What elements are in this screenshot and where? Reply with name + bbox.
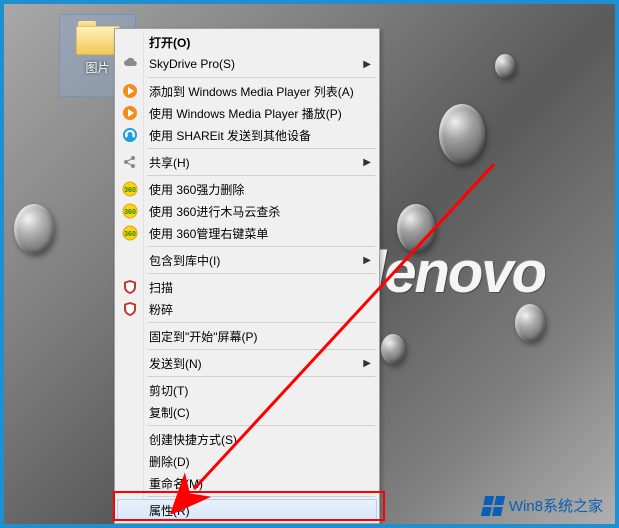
chevron-right-icon: ▶ xyxy=(363,255,371,266)
water-drop xyxy=(397,204,435,252)
menu-label: 复制(C) xyxy=(149,404,190,421)
menu-label: 重命名(M) xyxy=(149,475,203,492)
menu-separator xyxy=(147,322,375,323)
desktop-viewport: lenovo 图片 打开(O) SkyDrive Pro(S) ▶ xyxy=(0,0,619,528)
shield-icon xyxy=(122,279,138,295)
menu-label: SkyDrive Pro(S) xyxy=(149,57,235,71)
menu-wmp-add[interactable]: 添加到 Windows Media Player 列表(A) xyxy=(117,80,377,102)
menu-av-shred[interactable]: 粉碎 xyxy=(117,298,377,320)
water-drop xyxy=(14,204,54,254)
context-menu: 打开(O) SkyDrive Pro(S) ▶ 添加到 Windows Medi… xyxy=(114,28,380,524)
menu-separator xyxy=(147,425,375,426)
menu-label: 包含到库中(I) xyxy=(149,252,220,269)
wmp-icon xyxy=(122,105,138,121)
menu-label: 打开(O) xyxy=(149,34,190,51)
menu-skydrive[interactable]: SkyDrive Pro(S) ▶ xyxy=(117,53,377,75)
menu-separator xyxy=(147,349,375,350)
shareit-icon xyxy=(122,127,138,143)
watermark: Win8系统之家 xyxy=(483,495,603,516)
menu-label: 添加到 Windows Media Player 列表(A) xyxy=(149,83,354,100)
menu-create-shortcut[interactable]: 创建快捷方式(S) xyxy=(117,428,377,450)
water-drop xyxy=(381,334,405,364)
menu-separator xyxy=(147,273,375,274)
share-icon xyxy=(122,154,138,170)
cloud-icon xyxy=(122,56,138,72)
water-drop xyxy=(495,54,515,78)
menu-separator xyxy=(147,148,375,149)
menu-label: 属性(R) xyxy=(149,502,190,519)
chevron-right-icon: ▶ xyxy=(363,157,371,168)
menu-label: 删除(D) xyxy=(149,453,190,470)
menu-360-delete[interactable]: 360 使用 360强力删除 xyxy=(117,178,377,200)
menu-copy[interactable]: 复制(C) xyxy=(117,401,377,423)
watermark-text: Win8系统之家 xyxy=(509,495,603,516)
menu-rename[interactable]: 重命名(M) xyxy=(117,472,377,494)
menu-send-to[interactable]: 发送到(N) ▶ xyxy=(117,352,377,374)
folder-icon xyxy=(76,21,120,55)
menu-360-scan[interactable]: 360 使用 360进行木马云查杀 xyxy=(117,200,377,222)
chevron-right-icon: ▶ xyxy=(363,59,371,70)
menu-label: 共享(H) xyxy=(149,154,190,171)
menu-label: 使用 360管理右键菜单 xyxy=(149,225,268,242)
shield-icon xyxy=(122,301,138,317)
menu-share[interactable]: 共享(H) ▶ xyxy=(117,151,377,173)
menu-360-manage[interactable]: 360 使用 360管理右键菜单 xyxy=(117,222,377,244)
menu-wmp-play[interactable]: 使用 Windows Media Player 播放(P) xyxy=(117,102,377,124)
water-drop xyxy=(515,304,545,342)
svg-text:360: 360 xyxy=(124,231,136,238)
menu-label: 使用 SHAREit 发送到其他设备 xyxy=(149,127,311,144)
360-icon: 360 xyxy=(122,225,138,241)
menu-av-scan[interactable]: 扫描 xyxy=(117,276,377,298)
menu-label: 发送到(N) xyxy=(149,355,202,372)
menu-properties[interactable]: 属性(R) xyxy=(117,499,377,521)
menu-label: 创建快捷方式(S) xyxy=(149,431,237,448)
menu-label: 固定到"开始"屏幕(P) xyxy=(149,328,258,345)
menu-pin-start[interactable]: 固定到"开始"屏幕(P) xyxy=(117,325,377,347)
menu-label: 扫描 xyxy=(149,279,173,296)
menu-label: 使用 360强力删除 xyxy=(149,181,244,198)
svg-text:360: 360 xyxy=(124,209,136,216)
menu-label: 使用 360进行木马云查杀 xyxy=(149,203,280,220)
menu-separator xyxy=(147,246,375,247)
menu-label: 粉碎 xyxy=(149,301,173,318)
menu-label: 使用 Windows Media Player 播放(P) xyxy=(149,105,342,122)
menu-shareit[interactable]: 使用 SHAREit 发送到其他设备 xyxy=(117,124,377,146)
menu-separator xyxy=(147,175,375,176)
menu-separator xyxy=(147,496,375,497)
wmp-icon xyxy=(122,83,138,99)
menu-separator xyxy=(147,376,375,377)
menu-separator xyxy=(147,77,375,78)
water-drop xyxy=(439,104,485,164)
svg-text:360: 360 xyxy=(124,187,136,194)
menu-open[interactable]: 打开(O) xyxy=(117,31,377,53)
menu-include-library[interactable]: 包含到库中(I) ▶ xyxy=(117,249,377,271)
chevron-right-icon: ▶ xyxy=(363,358,371,369)
menu-label: 剪切(T) xyxy=(149,382,188,399)
windows-logo-icon xyxy=(481,496,505,516)
menu-cut[interactable]: 剪切(T) xyxy=(117,379,377,401)
menu-delete[interactable]: 删除(D) xyxy=(117,450,377,472)
360-icon: 360 xyxy=(122,181,138,197)
360-icon: 360 xyxy=(122,203,138,219)
wallpaper-brand: lenovo xyxy=(370,239,545,306)
